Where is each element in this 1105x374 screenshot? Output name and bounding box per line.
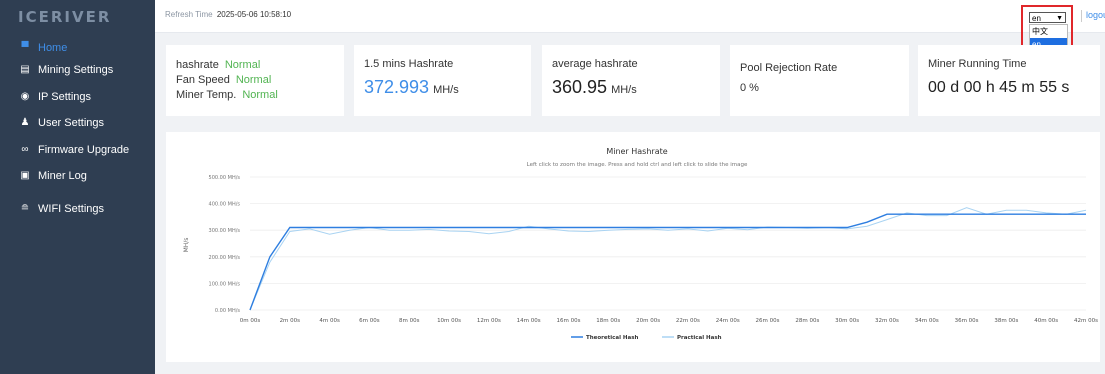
logo: ICERIVER <box>18 8 112 26</box>
y-axis-label: MH/s <box>183 238 190 253</box>
average-value: 360.95 <box>552 77 608 97</box>
status-value: Normal <box>235 74 272 86</box>
sidebar-item-miner-log[interactable]: ▣ Miner Log <box>18 166 87 186</box>
hashrate-card: 1.5 mins Hashrate 372.993 MH/s <box>354 45 531 116</box>
server-icon: ▤ <box>20 64 30 75</box>
legend-label[interactable]: Practical Hash <box>677 335 722 341</box>
sidebar-item-user-settings[interactable]: ♟ User Settings <box>18 113 105 133</box>
x-tick-label: 10m 00s <box>437 318 461 324</box>
x-tick-label: 24m 00s <box>716 318 740 324</box>
chevron-down-icon: ▼ <box>1056 15 1063 22</box>
y-tick-label: 300.00 MH/s <box>209 228 241 234</box>
x-tick-label: 42m 00s <box>1074 318 1098 324</box>
top-bar: Refresh Time 2025-05-06 10:58:10 en ▼ 中文… <box>155 0 1105 55</box>
status-label: hashrate <box>176 59 219 71</box>
chart-subtitle: Left click to zoom the image. Press and … <box>527 162 748 168</box>
status-card: hashrate Normal Fan Speed Normal Miner Tem… <box>166 45 344 116</box>
x-tick-label: 0m 00s <box>240 318 261 324</box>
wifi-icon: ≘ <box>20 203 30 214</box>
runtime-value: 00 d 00 h 45 m 55 s <box>928 79 1070 96</box>
x-tick-label: 8m 00s <box>399 318 420 324</box>
y-tick-label: 0.00 MH/s <box>215 308 240 314</box>
x-tick-label: 30m 00s <box>835 318 859 324</box>
sidebar: ICERIVER ▀ Home ▤ Mining Settings ◉ IP S… <box>0 0 155 374</box>
link-icon: ∞ <box>21 144 29 155</box>
card-title: average hashrate <box>552 58 638 70</box>
x-tick-label: 34m 00s <box>915 318 939 324</box>
sidebar-item-label: WIFI Settings <box>38 203 105 215</box>
monitor-icon: ▀ <box>21 42 29 53</box>
rejection-value: 0 % <box>740 82 759 94</box>
sidebar-item-label: IP Settings <box>38 91 91 103</box>
status-label: Miner Temp. <box>176 89 237 101</box>
x-tick-label: 16m 00s <box>556 318 580 324</box>
x-tick-label: 28m 00s <box>795 318 819 324</box>
x-tick-label: 12m 00s <box>477 318 501 324</box>
x-tick-label: 32m 00s <box>875 318 899 324</box>
status-value: Normal <box>242 89 278 101</box>
hashrate-chart[interactable]: Miner Hashrate Left click to zoom the im… <box>166 132 1100 362</box>
language-option-zh[interactable]: 中文 <box>1030 25 1067 38</box>
card-title: Miner Running Time <box>928 58 1027 70</box>
card-title: Pool Rejection Rate <box>740 62 838 74</box>
sidebar-item-mining-settings[interactable]: ▤ Mining Settings <box>18 60 113 80</box>
sidebar-item-label: Firmware Upgrade <box>38 144 130 156</box>
x-tick-label: 20m 00s <box>636 318 660 324</box>
y-tick-label: 500.00 MH/s <box>209 175 241 181</box>
y-tick-label: 100.00 MH/s <box>209 281 241 287</box>
x-tick-label: 2m 00s <box>280 318 301 324</box>
x-tick-label: 40m 00s <box>1034 318 1058 324</box>
document-icon: ▣ <box>20 170 30 181</box>
sidebar-item-label: User Settings <box>38 117 105 129</box>
chart-title: Miner Hashrate <box>606 147 667 156</box>
refresh-time: 2025-05-06 10:58:10 <box>216 10 292 19</box>
logout-link[interactable]: logout <box>1086 10 1105 20</box>
practical-hash-line <box>249 207 1087 311</box>
hashrate-value: 372.993 <box>364 77 430 97</box>
y-tick-label: 200.00 MH/s <box>209 255 241 261</box>
temp-status: Miner Temp. Normal <box>176 89 278 101</box>
rejection-card: Pool Rejection Rate 0 % <box>730 45 909 116</box>
location-pin-icon: ◉ <box>20 91 30 102</box>
user-icon: ♟ <box>20 117 30 128</box>
sidebar-item-label: Home <box>38 42 68 54</box>
x-tick-label: 38m 00s <box>994 318 1018 324</box>
x-tick-label: 4m 00s <box>319 318 340 324</box>
x-tick-label: 18m 00s <box>596 318 620 324</box>
unit: MH/s <box>611 84 637 96</box>
average-hashrate-card: average hashrate 360.95 MH/s <box>542 45 720 116</box>
runtime-card: Miner Running Time 00 d 00 h 45 m 55 s <box>918 45 1100 116</box>
sidebar-item-firmware-upgrade[interactable]: ∞ Firmware Upgrade <box>18 140 129 160</box>
x-tick-label: 36m 00s <box>955 318 979 324</box>
divider <box>1081 10 1082 22</box>
y-tick-label: 400.00 MH/s <box>209 202 241 208</box>
status-label: Fan Speed <box>176 74 230 86</box>
sidebar-item-wifi-settings[interactable]: ≘ WIFI Settings <box>18 199 104 219</box>
refresh-label: Refresh Time <box>165 10 213 19</box>
language-select[interactable]: en ▼ <box>1029 12 1066 23</box>
x-tick-label: 14m 00s <box>517 318 541 324</box>
fan-status: Fan Speed Normal <box>176 74 271 86</box>
hashrate-status: hashrate Normal <box>176 59 260 71</box>
x-tick-label: 6m 00s <box>359 318 380 324</box>
refresh-info: Refresh Time 2025-05-06 10:58:10 <box>165 10 291 19</box>
legend-label[interactable]: Theoretical Hash <box>586 335 638 341</box>
x-tick-label: 26m 00s <box>756 318 780 324</box>
x-tick-label: 22m 00s <box>676 318 700 324</box>
language-selected: en <box>1032 14 1041 23</box>
card-value: 360.95 MH/s <box>552 77 637 98</box>
status-value: Normal <box>224 59 261 71</box>
unit: MH/s <box>433 84 459 96</box>
sidebar-item-ip-settings[interactable]: ◉ IP Settings <box>18 87 91 107</box>
card-title: 1.5 mins Hashrate <box>364 58 454 70</box>
sidebar-item-label: Miner Log <box>38 170 87 182</box>
card-value: 372.993 MH/s <box>364 77 459 98</box>
sidebar-item-home[interactable]: ▀ Home <box>18 38 67 58</box>
hashrate-chart-card: Miner Hashrate Left click to zoom the im… <box>166 132 1100 362</box>
sidebar-item-label: Mining Settings <box>38 64 114 76</box>
